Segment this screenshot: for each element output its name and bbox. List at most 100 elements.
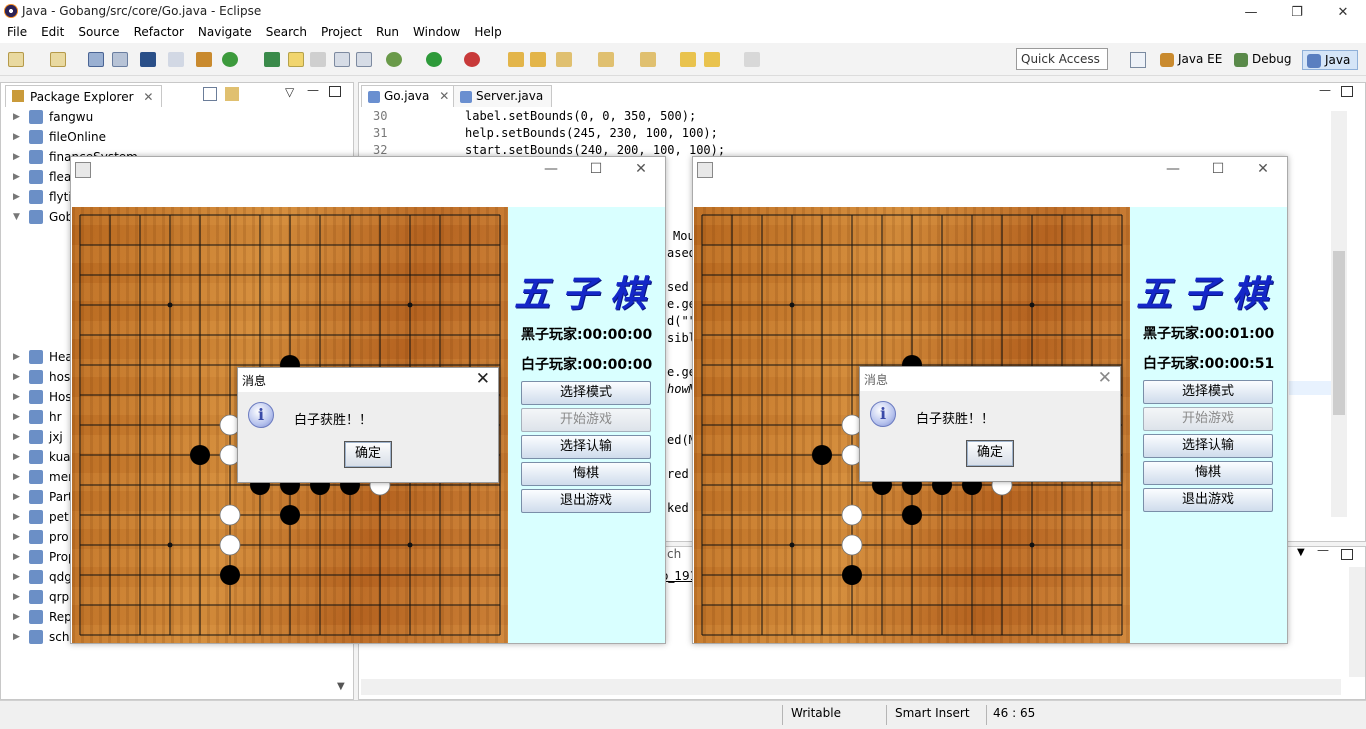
menu-help[interactable]: Help	[467, 24, 508, 43]
refresh-icon[interactable]	[222, 52, 238, 67]
menu-file[interactable]: File	[0, 24, 34, 43]
menu-run[interactable]: Run	[369, 24, 406, 43]
chevron-right-icon[interactable]: ▶	[13, 107, 20, 127]
menu-navigate[interactable]: Navigate	[191, 24, 259, 43]
perspective-java-ee[interactable]: Java EE	[1156, 50, 1226, 70]
tab-go-java[interactable]: Go.java ✕	[361, 85, 459, 107]
menu-search[interactable]: Search	[259, 24, 314, 43]
undo-move-button[interactable]: 悔棋	[1143, 461, 1273, 485]
panel-horizontal-scrollbar[interactable]	[361, 679, 1341, 695]
new-icon[interactable]	[8, 52, 24, 67]
chevron-right-icon[interactable]: ▶	[13, 587, 20, 607]
exit-game-button[interactable]: 退出游戏	[1143, 488, 1273, 512]
maximize-panel-icon[interactable]	[1341, 549, 1353, 560]
code-line[interactable]: 30 label.setBounds(0, 0, 350, 500);	[359, 108, 1339, 125]
debug-icon[interactable]	[386, 52, 402, 67]
dialog-close-icon[interactable]: ✕	[476, 369, 490, 389]
open-project-icon[interactable]	[530, 52, 546, 67]
chevron-right-icon[interactable]: ▶	[13, 487, 20, 507]
save-icon[interactable]	[88, 52, 104, 67]
chevron-right-icon[interactable]: ▶	[13, 607, 20, 627]
surrender-button[interactable]: 选择认输	[521, 435, 651, 459]
chevron-right-icon[interactable]: ▶	[13, 467, 20, 487]
game-minimize-button[interactable]: —	[531, 161, 571, 179]
menu-window[interactable]: Window	[406, 24, 467, 43]
surrender-button[interactable]: 选择认输	[1143, 434, 1273, 458]
menu-edit[interactable]: Edit	[34, 24, 71, 43]
chevron-down-icon[interactable]: ▼	[13, 207, 20, 227]
maximize-editor-icon[interactable]	[1341, 86, 1353, 97]
game-close-button[interactable]: ✕	[621, 161, 661, 179]
new-package-icon[interactable]	[50, 52, 66, 67]
game-maximize-button[interactable]: ☐	[1198, 161, 1238, 179]
next-annotation-icon[interactable]	[598, 52, 614, 67]
chevron-right-icon[interactable]: ▶	[13, 387, 20, 407]
perspective-java[interactable]: Java	[1302, 50, 1358, 70]
link-editor-icon[interactable]	[225, 87, 239, 101]
skip-breakpoints-icon[interactable]	[168, 52, 184, 67]
game-close-button[interactable]: ✕	[1243, 161, 1283, 179]
back-icon[interactable]	[680, 52, 696, 67]
start-game-button[interactable]: 开始游戏	[521, 408, 651, 432]
chevron-right-icon[interactable]: ▶	[13, 187, 20, 207]
open-perspective-icon[interactable]	[1130, 52, 1146, 68]
maximize-view-icon[interactable]	[329, 86, 341, 97]
build-icon[interactable]	[196, 52, 212, 67]
menu-source[interactable]: Source	[71, 24, 126, 43]
terminal-icon[interactable]	[140, 52, 156, 67]
prev-annotation-icon[interactable]	[640, 52, 656, 67]
tree-item[interactable]: ▶ fileOnline	[1, 127, 355, 147]
select-mode-button[interactable]: 选择模式	[521, 381, 651, 405]
chevron-right-icon[interactable]: ▶	[13, 147, 20, 167]
exit-game-button[interactable]: 退出游戏	[521, 489, 651, 513]
view-menu-icon[interactable]: ▽	[285, 85, 294, 99]
minimize-view-icon[interactable]: —	[307, 83, 319, 97]
run-icon[interactable]	[426, 52, 442, 67]
chevron-right-icon[interactable]: ▶	[13, 567, 20, 587]
save-all-icon[interactable]	[112, 52, 128, 67]
pilcrow-icon[interactable]	[356, 52, 372, 67]
chevron-right-icon[interactable]: ▶	[13, 347, 20, 367]
pen-icon[interactable]	[556, 52, 572, 67]
quick-access-input[interactable]: Quick Access	[1016, 48, 1108, 70]
ok-button[interactable]: 确定	[966, 440, 1014, 467]
mark-occurrences-icon[interactable]	[288, 52, 304, 67]
run-external-icon[interactable]	[464, 52, 480, 67]
tree-item[interactable]: ▶ fangwu	[1, 107, 355, 127]
close-tab-icon[interactable]: ✕	[143, 90, 153, 104]
scrollbar-thumb[interactable]	[1333, 251, 1345, 415]
select-mode-button[interactable]: 选择模式	[1143, 380, 1273, 404]
panel-tab-fragment[interactable]: ch	[667, 547, 681, 561]
back-arrow-icon[interactable]	[704, 52, 720, 67]
minimize-button[interactable]: —	[1228, 0, 1274, 24]
maximize-button[interactable]: ❐	[1274, 0, 1320, 24]
dialog-close-icon[interactable]: ✕	[1098, 368, 1112, 388]
tab-server-java[interactable]: Server.java	[453, 85, 553, 107]
open-type-icon[interactable]	[264, 52, 280, 67]
forward-arrow-icon[interactable]	[744, 52, 760, 67]
chevron-right-icon[interactable]: ▶	[13, 547, 20, 567]
close-button[interactable]: ✕	[1320, 0, 1366, 24]
minimize-panel-icon[interactable]: —	[1317, 543, 1329, 557]
panel-vertical-scrollbar[interactable]	[1349, 567, 1365, 677]
chevron-right-icon[interactable]: ▶	[13, 627, 20, 647]
panel-view-menu-icon[interactable]: ▼	[1297, 547, 1305, 558]
minimize-editor-icon[interactable]: —	[1319, 83, 1331, 97]
undo-move-button[interactable]: 悔棋	[521, 462, 651, 486]
block-select-icon[interactable]	[310, 52, 326, 67]
package-explorer-tab[interactable]: Package Explorer ✕	[5, 85, 163, 107]
code-line[interactable]: 31 help.setBounds(245, 230, 100, 100);	[359, 125, 1339, 142]
chevron-right-icon[interactable]: ▶	[13, 167, 20, 187]
show-whitespace-icon[interactable]	[334, 52, 350, 67]
chevron-right-icon[interactable]: ▶	[13, 527, 20, 547]
editor-vertical-scrollbar[interactable]	[1331, 111, 1347, 517]
start-game-button[interactable]: 开始游戏	[1143, 407, 1273, 431]
chevron-right-icon[interactable]: ▶	[13, 407, 20, 427]
close-tab-icon[interactable]: ✕	[439, 89, 449, 103]
chevron-right-icon[interactable]: ▶	[13, 427, 20, 447]
game-maximize-button[interactable]: ☐	[576, 161, 616, 179]
scroll-down-icon[interactable]: ▼	[337, 681, 345, 692]
status-insert-mode[interactable]: Smart Insert	[895, 706, 970, 720]
chevron-right-icon[interactable]: ▶	[13, 127, 20, 147]
collapse-all-icon[interactable]	[203, 87, 217, 101]
